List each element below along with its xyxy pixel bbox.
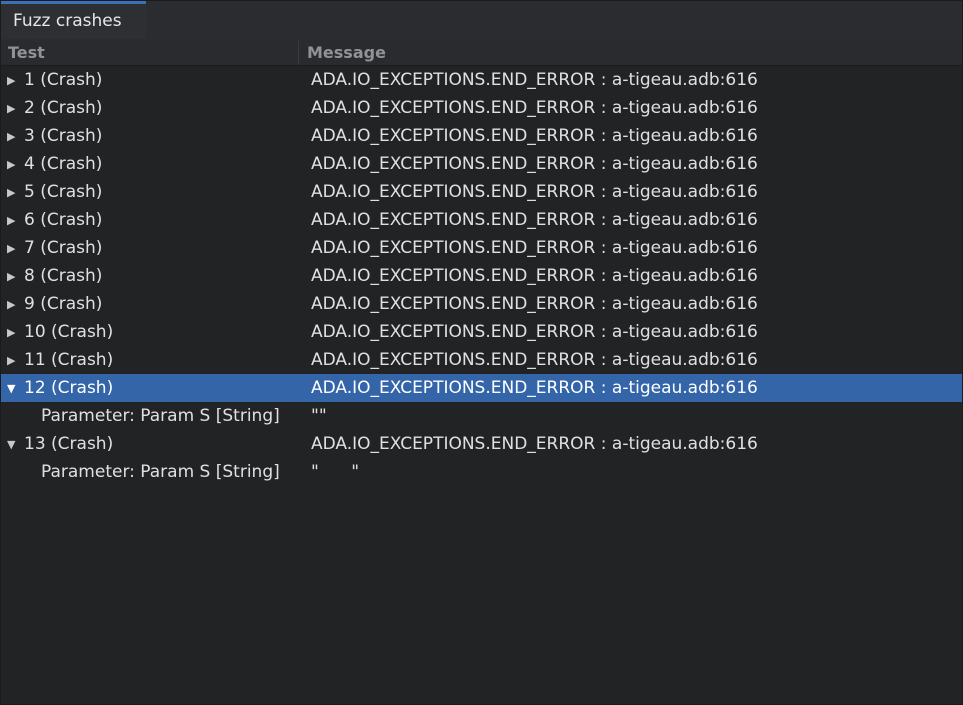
test-cell: ▶ 9 (Crash) — [1, 294, 311, 314]
message-cell: ADA.IO_EXCEPTIONS.END_ERROR : a-tigeau.a… — [311, 126, 758, 146]
test-cell: ▶ 11 (Crash) — [1, 350, 311, 370]
crash-tree: ▶ 1 (Crash) ADA.IO_EXCEPTIONS.END_ERROR : … — [1, 66, 962, 486]
test-label: 1 (Crash) — [24, 70, 103, 90]
test-cell: ▶ 5 (Crash) — [1, 182, 311, 202]
fuzz-crashes-panel: Fuzz crashes Test Message ▶ 1 (Crash) ADA.… — [0, 0, 963, 705]
test-cell: ▶ 10 (Crash) — [1, 322, 311, 342]
test-label: 12 (Crash) — [24, 378, 114, 398]
message-cell: ADA.IO_EXCEPTIONS.END_ERROR : a-tigeau.a… — [311, 378, 758, 398]
expanded-triangle-icon[interactable]: ▼ — [7, 382, 24, 395]
collapsed-triangle-icon[interactable]: ▶ — [7, 326, 24, 339]
tab-fuzz-crashes[interactable]: Fuzz crashes — [1, 1, 146, 39]
parameter-row[interactable]: Parameter: Param S [String] " " — [1, 458, 962, 486]
collapsed-triangle-icon[interactable]: ▶ — [7, 354, 24, 367]
test-label: 9 (Crash) — [24, 294, 103, 314]
test-cell: ▶ 2 (Crash) — [1, 98, 311, 118]
test-cell: ▶ 3 (Crash) — [1, 126, 311, 146]
message-cell: ADA.IO_EXCEPTIONS.END_ERROR : a-tigeau.a… — [311, 266, 758, 286]
test-label: 3 (Crash) — [24, 126, 103, 146]
test-label: 10 (Crash) — [24, 322, 114, 342]
table-row[interactable]: ▶ 4 (Crash) ADA.IO_EXCEPTIONS.END_ERROR : … — [1, 150, 962, 178]
message-cell: ADA.IO_EXCEPTIONS.END_ERROR : a-tigeau.a… — [311, 434, 758, 454]
table-row[interactable]: ▶ 7 (Crash) ADA.IO_EXCEPTIONS.END_ERROR : … — [1, 234, 962, 262]
test-cell: ▼ 12 (Crash) — [1, 378, 311, 398]
test-label: 13 (Crash) — [24, 434, 114, 454]
collapsed-triangle-icon[interactable]: ▶ — [7, 158, 24, 171]
test-cell: ▶ 4 (Crash) — [1, 154, 311, 174]
tab-bar: Fuzz crashes — [1, 1, 962, 41]
test-label: 8 (Crash) — [24, 266, 103, 286]
collapsed-triangle-icon[interactable]: ▶ — [7, 102, 24, 115]
collapsed-triangle-icon[interactable]: ▶ — [7, 130, 24, 143]
collapsed-triangle-icon[interactable]: ▶ — [7, 270, 24, 283]
expanded-triangle-icon[interactable]: ▼ — [7, 438, 24, 451]
collapsed-triangle-icon[interactable]: ▶ — [7, 74, 24, 87]
test-label: 11 (Crash) — [24, 350, 114, 370]
message-cell: ADA.IO_EXCEPTIONS.END_ERROR : a-tigeau.a… — [311, 210, 758, 230]
message-cell: ADA.IO_EXCEPTIONS.END_ERROR : a-tigeau.a… — [311, 182, 758, 202]
test-cell: ▶ 6 (Crash) — [1, 210, 311, 230]
message-cell: ADA.IO_EXCEPTIONS.END_ERROR : a-tigeau.a… — [311, 350, 758, 370]
table-row[interactable]: ▼ 13 (Crash) ADA.IO_EXCEPTIONS.END_ERROR :… — [1, 430, 962, 458]
table-row[interactable]: ▶ 11 (Crash) ADA.IO_EXCEPTIONS.END_ERROR :… — [1, 346, 962, 374]
table-row[interactable]: ▶ 1 (Crash) ADA.IO_EXCEPTIONS.END_ERROR : … — [1, 66, 962, 94]
parameter-row[interactable]: Parameter: Param S [String] "" — [1, 402, 962, 430]
test-label: 7 (Crash) — [24, 238, 103, 258]
message-cell: ADA.IO_EXCEPTIONS.END_ERROR : a-tigeau.a… — [311, 322, 758, 342]
parameter-label: Parameter: Param S [String] — [41, 406, 280, 426]
table-row[interactable]: ▶ 6 (Crash) ADA.IO_EXCEPTIONS.END_ERROR : … — [1, 206, 962, 234]
table-row[interactable]: ▶ 3 (Crash) ADA.IO_EXCEPTIONS.END_ERROR : … — [1, 122, 962, 150]
collapsed-triangle-icon[interactable]: ▶ — [7, 242, 24, 255]
test-cell: ▶ 8 (Crash) — [1, 266, 311, 286]
message-cell: ADA.IO_EXCEPTIONS.END_ERROR : a-tigeau.a… — [311, 238, 758, 258]
table-row[interactable]: ▶ 2 (Crash) ADA.IO_EXCEPTIONS.END_ERROR : … — [1, 94, 962, 122]
parameter-value: " " — [311, 462, 360, 482]
collapsed-triangle-icon[interactable]: ▶ — [7, 214, 24, 227]
collapsed-triangle-icon[interactable]: ▶ — [7, 186, 24, 199]
column-header-test[interactable]: Test — [1, 41, 299, 65]
test-label: 5 (Crash) — [24, 182, 103, 202]
message-cell: ADA.IO_EXCEPTIONS.END_ERROR : a-tigeau.a… — [311, 70, 758, 90]
test-label: 4 (Crash) — [24, 154, 103, 174]
table-row[interactable]: ▶ 8 (Crash) ADA.IO_EXCEPTIONS.END_ERROR : … — [1, 262, 962, 290]
table-row[interactable]: ▶ 5 (Crash) ADA.IO_EXCEPTIONS.END_ERROR : … — [1, 178, 962, 206]
test-cell: ▶ 7 (Crash) — [1, 238, 311, 258]
test-cell: ▼ 13 (Crash) — [1, 434, 311, 454]
message-cell: ADA.IO_EXCEPTIONS.END_ERROR : a-tigeau.a… — [311, 294, 758, 314]
parameter-label: Parameter: Param S [String] — [41, 462, 280, 482]
message-cell: ADA.IO_EXCEPTIONS.END_ERROR : a-tigeau.a… — [311, 154, 758, 174]
test-label: 6 (Crash) — [24, 210, 103, 230]
table-row[interactable]: ▶ 9 (Crash) ADA.IO_EXCEPTIONS.END_ERROR : … — [1, 290, 962, 318]
collapsed-triangle-icon[interactable]: ▶ — [7, 298, 24, 311]
table-row[interactable]: ▼ 12 (Crash) ADA.IO_EXCEPTIONS.END_ERROR :… — [1, 374, 962, 402]
tree-header: Test Message — [1, 41, 962, 66]
table-row[interactable]: ▶ 10 (Crash) ADA.IO_EXCEPTIONS.END_ERROR :… — [1, 318, 962, 346]
test-cell: ▶ 1 (Crash) — [1, 70, 311, 90]
message-cell: ADA.IO_EXCEPTIONS.END_ERROR : a-tigeau.a… — [311, 98, 758, 118]
test-label: 2 (Crash) — [24, 98, 103, 118]
parameter-value: "" — [311, 406, 327, 426]
column-header-message[interactable]: Message — [299, 41, 962, 65]
